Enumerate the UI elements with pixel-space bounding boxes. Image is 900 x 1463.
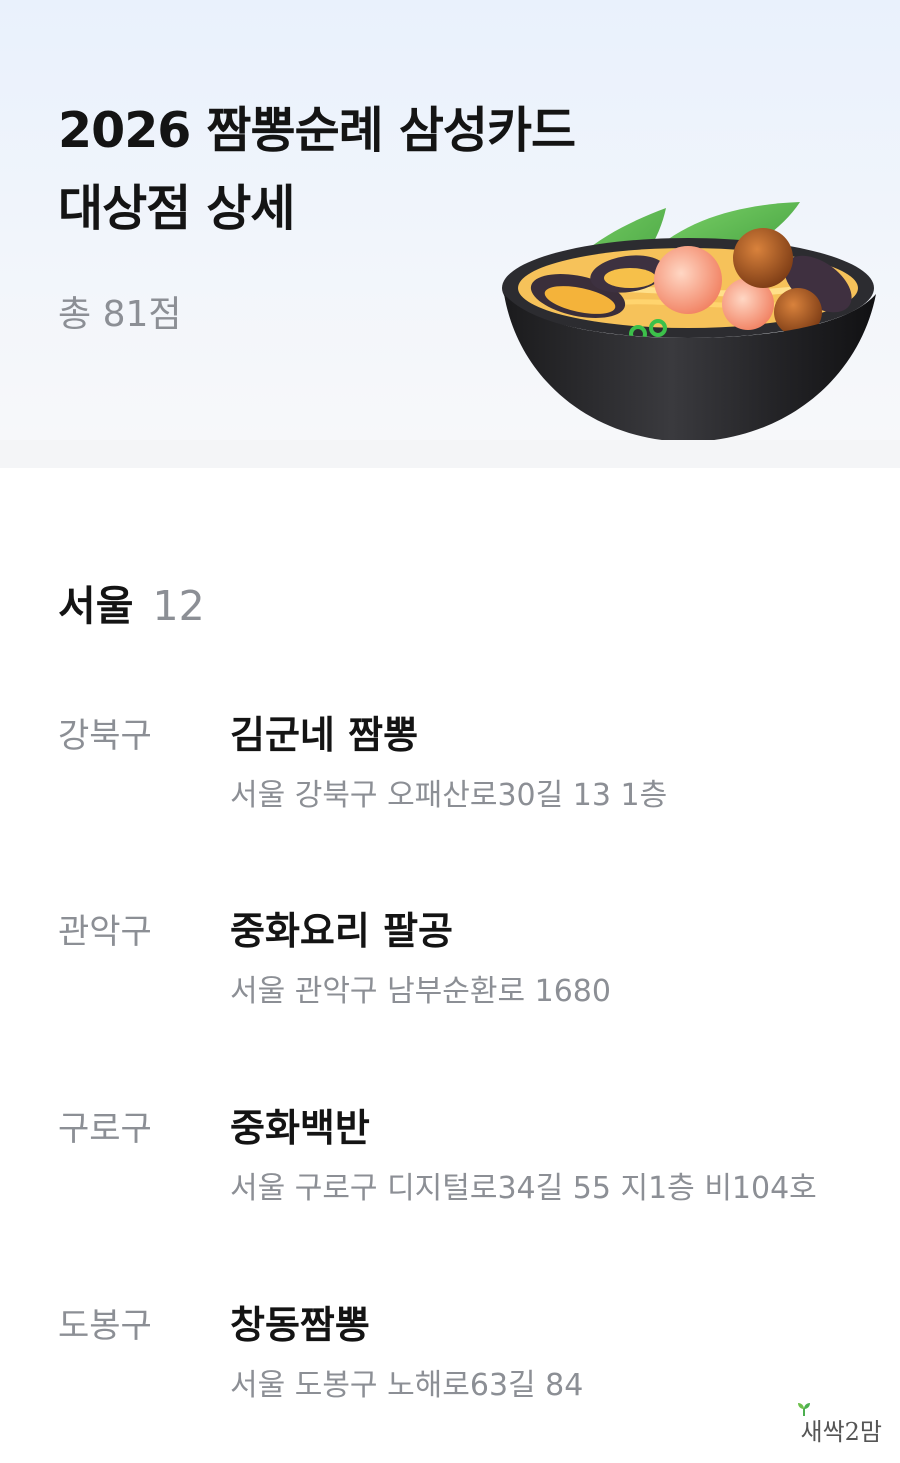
store-address: 서울 강북구 오패산로30길 13 1층 (230, 778, 668, 813)
store-name: 중화백반 (230, 1106, 370, 1150)
region-name: 서울 (58, 582, 134, 630)
store-address: 서울 관악구 남부순환로 1680 (230, 974, 611, 1009)
store-name: 김군네 짬뽕 (230, 713, 419, 757)
page-title-line-1: 2026 짬뽕순례 삼성카드 (58, 102, 576, 159)
watermark-text: 새싹2맘 (800, 1418, 882, 1446)
section-divider (0, 440, 900, 468)
watermark: 새싹2맘 (798, 1403, 882, 1447)
store-district: 강북구 (58, 716, 152, 756)
store-name: 중화요리 팔공 (230, 909, 453, 953)
region-store-count: 12 (152, 582, 205, 630)
total-store-count: 총 81점 (58, 294, 182, 335)
hero-header: 2026 짬뽕순례 삼성카드 대상점 상세 총 81점 (0, 0, 900, 440)
store-district: 구로구 (58, 1109, 152, 1149)
store-item[interactable]: 관악구 중화요리 팔공 서울 관악구 남부순환로 1680 (0, 900, 900, 1020)
store-item[interactable]: 도봉구 창동짬뽕 서울 도봉구 노해로63길 84 (0, 1294, 900, 1414)
store-item[interactable]: 강북구 김군네 짬뽕 서울 강북구 오패산로30길 13 1층 (0, 704, 900, 824)
sprout-icon (798, 1403, 811, 1416)
store-item[interactable]: 구로구 중화백반 서울 구로구 디지털로34길 55 지1층 비104호 (0, 1097, 900, 1217)
store-name: 창동짬뽕 (230, 1303, 370, 1347)
jjamppong-bowl-illustration (502, 202, 876, 440)
store-district: 도봉구 (58, 1306, 152, 1346)
store-address: 서울 도봉구 노해로63길 84 (230, 1368, 584, 1403)
region-header: 서울 12 (58, 572, 205, 632)
store-address: 서울 구로구 디지털로34길 55 지1층 비104호 (230, 1171, 817, 1206)
store-district: 관악구 (58, 912, 152, 952)
